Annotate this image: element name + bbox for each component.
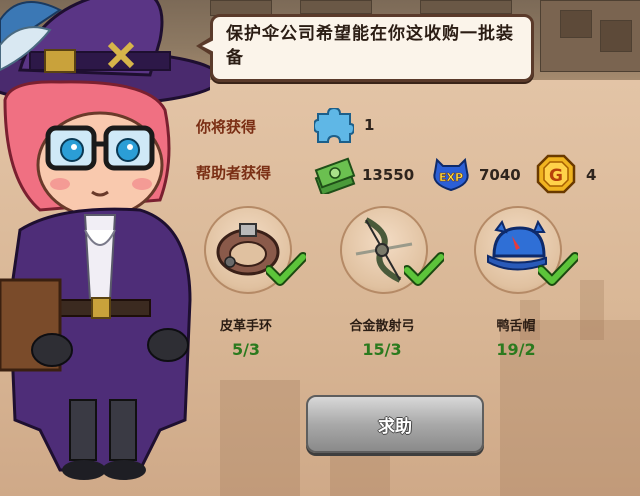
dialog-message: 保护伞公司希望能在你这收购一批装备 <box>226 24 514 68</box>
puzzle-piece-icon <box>314 108 354 143</box>
item-name: 鸭舌帽 <box>496 319 536 334</box>
item-name: 合金散射弓 <box>349 319 415 334</box>
you-get-label: 你将获得 <box>196 118 257 136</box>
check-icon <box>404 252 444 286</box>
cash-amount: 13550 <box>362 166 415 184</box>
svg-text:G: G <box>549 166 563 186</box>
character-portrait <box>0 0 210 480</box>
exp-amount: 7040 <box>479 166 521 184</box>
check-icon <box>538 252 578 286</box>
help-button[interactable]: 求助 <box>306 395 484 453</box>
item-count: 5/3 <box>231 340 261 359</box>
item-name: 皮革手环 <box>219 319 272 334</box>
item-count: 19/2 <box>496 340 536 359</box>
gold-coin-icon: G <box>536 154 576 194</box>
coin-amount: 4 <box>586 166 597 184</box>
helper-get-label: 帮助者获得 <box>196 164 272 182</box>
puzzle-count: 1 <box>364 116 375 134</box>
cash-stack-icon <box>314 157 356 194</box>
speech-bubble-tail-inner <box>202 40 214 52</box>
exp-badge-icon: EXP <box>433 157 469 192</box>
svg-text:EXP: EXP <box>439 171 463 184</box>
item-count: 15/3 <box>362 340 402 359</box>
check-icon <box>266 252 306 286</box>
